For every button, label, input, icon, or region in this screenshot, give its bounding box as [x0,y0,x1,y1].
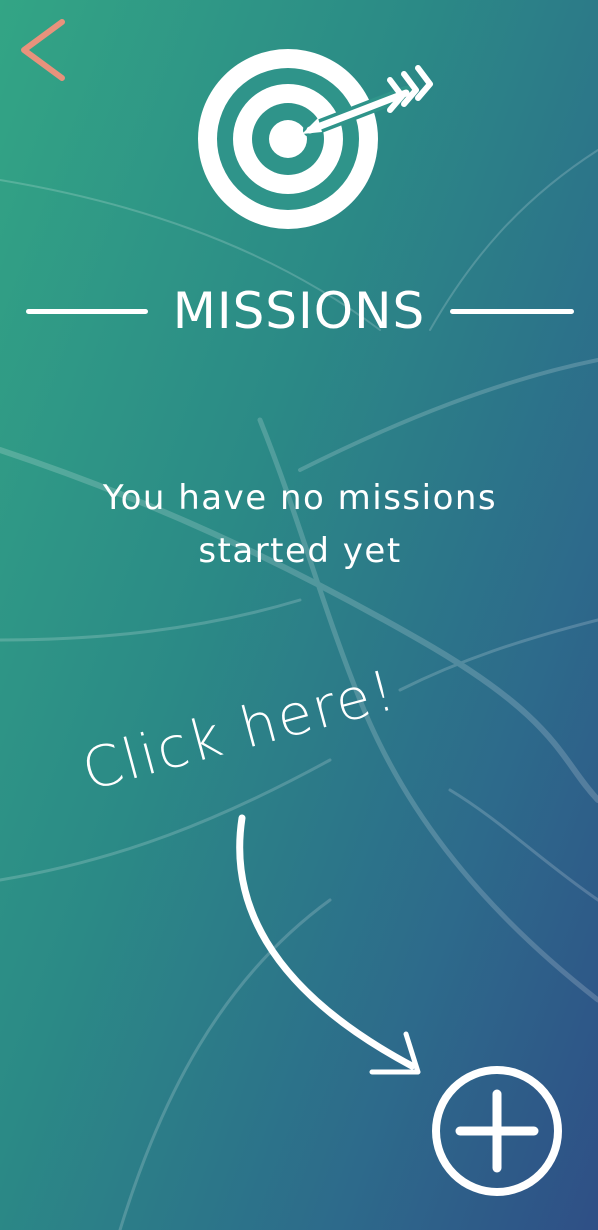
back-chevron-icon[interactable] [14,16,72,84]
empty-state-line-2: started yet [198,531,402,571]
target-arrow-icon [198,49,433,229]
curved-arrow-icon [236,814,421,1075]
empty-state-line-1: You have no missions [102,478,498,518]
add-mission-button[interactable] [430,1064,564,1198]
page-title: MISSIONS [172,282,426,340]
title-row: MISSIONS [0,276,598,346]
title-divider-left [26,309,148,314]
missions-screen: MISSIONS You have no missions started ye… [0,0,598,1230]
title-divider-right [450,309,574,314]
empty-state-message: You have no missions started yet [70,472,530,578]
